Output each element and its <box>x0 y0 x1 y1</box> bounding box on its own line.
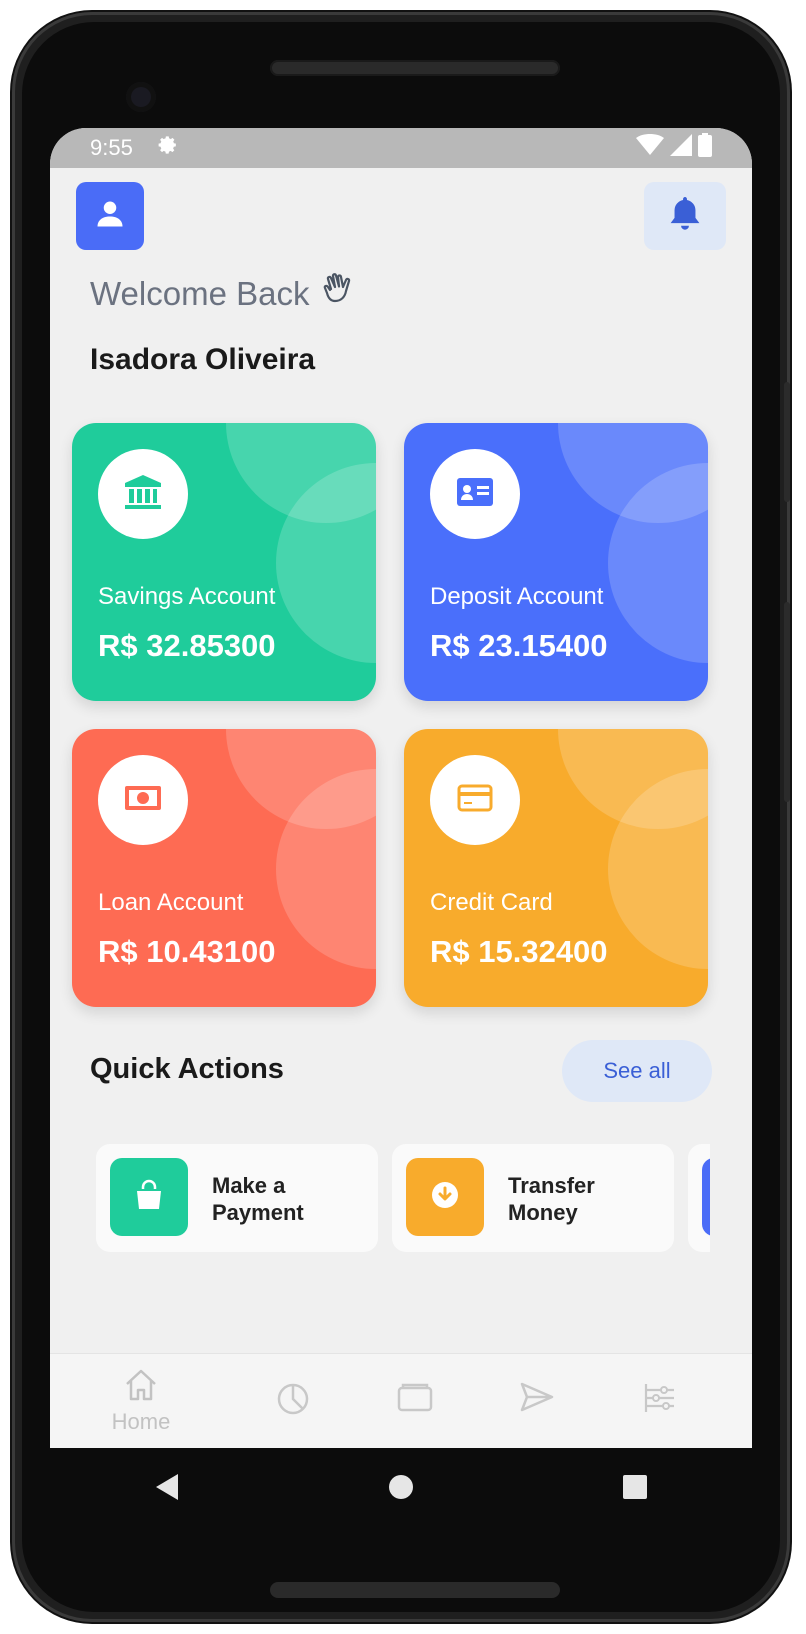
sliders-icon <box>642 1382 676 1419</box>
nav-send[interactable] <box>492 1382 582 1417</box>
card-icon-circle <box>98 755 188 845</box>
account-amount: R$ 32.85300 <box>98 628 276 663</box>
credit-card-icon <box>457 784 493 817</box>
status-time: 9:55 <box>90 135 133 160</box>
bell-icon <box>669 196 701 236</box>
card-icon-circle <box>98 449 188 539</box>
transfer-money-action[interactable]: Transfer Money <box>392 1144 674 1252</box>
account-amount: R$ 15.32400 <box>430 934 608 969</box>
download-icon <box>430 1180 460 1215</box>
pie-chart-icon <box>276 1382 310 1421</box>
battery-icon <box>698 133 712 163</box>
wallet-icon <box>397 1382 433 1417</box>
cell-signal-icon <box>670 134 692 162</box>
card-icon-circle <box>430 449 520 539</box>
profile-button[interactable] <box>76 182 144 250</box>
next-action-card[interactable] <box>688 1144 710 1252</box>
recents-icon[interactable] <box>622 1474 648 1505</box>
cash-icon <box>124 785 162 816</box>
quick-actions-list[interactable]: Make a Payment Transfer Money <box>96 1144 710 1254</box>
account-amount: R$ 10.43100 <box>98 934 276 969</box>
front-camera <box>126 82 156 112</box>
account-label: Loan Account <box>98 889 244 916</box>
make-payment-action[interactable]: Make a Payment <box>96 1144 378 1252</box>
loan-account-card[interactable]: Loan Account R$ 10.43100 <box>72 729 376 1007</box>
user-icon <box>95 199 125 234</box>
action-icon-tile <box>406 1158 484 1236</box>
settings-gear-icon <box>155 133 179 163</box>
app-screen: 9:55 Welcome Back Isadora Oliveira Savin… <box>50 128 752 1448</box>
bottom-speaker <box>270 1582 560 1598</box>
deposit-account-card[interactable]: Deposit Account R$ 23.15400 <box>404 423 708 701</box>
bank-icon <box>125 474 161 514</box>
savings-account-card[interactable]: Savings Account R$ 32.85300 <box>72 423 376 701</box>
id-card-icon <box>456 477 494 512</box>
nav-settings[interactable] <box>614 1382 704 1419</box>
wifi-icon <box>636 134 664 162</box>
send-icon <box>520 1382 554 1417</box>
nav-home-label: Home <box>111 1409 171 1434</box>
top-bar <box>76 182 726 252</box>
nav-wallet[interactable] <box>370 1382 460 1417</box>
notifications-button[interactable] <box>644 182 726 250</box>
card-icon-circle <box>430 755 520 845</box>
credit-card-card[interactable]: Credit Card R$ 15.32400 <box>404 729 708 1007</box>
bottom-navigation: Home <box>50 1353 752 1448</box>
welcome-text: Welcome Back <box>90 275 310 312</box>
user-name: Isadora Oliveira <box>90 343 316 376</box>
quick-actions-title: Quick Actions <box>90 1053 284 1085</box>
system-navigation-bar <box>50 1448 752 1530</box>
welcome-greeting: Welcome Back <box>90 273 357 315</box>
status-bar: 9:55 <box>50 128 752 168</box>
nav-home[interactable]: Home <box>96 1368 186 1435</box>
home-icon <box>123 1368 159 1407</box>
back-icon[interactable] <box>154 1472 180 1507</box>
waving-hand-icon <box>323 273 357 315</box>
power-button <box>784 602 790 802</box>
account-label: Credit Card <box>430 889 553 916</box>
home-circle-icon[interactable] <box>387 1473 415 1506</box>
account-label: Savings Account <box>98 583 276 610</box>
account-amount: R$ 23.15400 <box>430 628 608 663</box>
see-all-button[interactable]: See all <box>562 1040 712 1102</box>
volume-button <box>784 382 790 502</box>
shopping-bag-icon <box>133 1179 165 1216</box>
nav-statistics[interactable] <box>248 1382 338 1421</box>
action-icon-tile <box>702 1158 710 1236</box>
account-label: Deposit Account <box>430 583 604 610</box>
action-label: Transfer Money <box>508 1173 595 1225</box>
earpiece-speaker <box>270 60 560 76</box>
action-label: Make a Payment <box>212 1173 304 1225</box>
action-icon-tile <box>110 1158 188 1236</box>
